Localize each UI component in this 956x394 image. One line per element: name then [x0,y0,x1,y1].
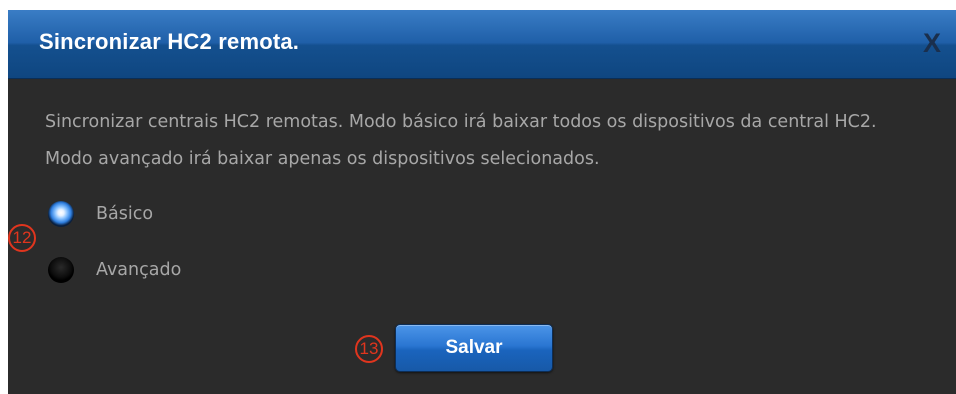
dialog-title-bar: Sincronizar HC2 remota. X [8,10,956,79]
sync-dialog: Sincronizar HC2 remota. X Sincronizar ce… [8,10,956,394]
radio-avancado-unchecked[interactable] [48,257,74,283]
callout-12: 12 [8,224,36,252]
save-button[interactable]: Salvar [395,324,553,372]
option-avancado-label: Avançado [96,260,182,280]
radio-basico-checked[interactable] [48,201,74,227]
option-avancado[interactable]: Avançado [48,256,181,284]
callout-13: 13 [355,335,383,363]
close-button[interactable]: X [917,26,947,60]
option-basico[interactable]: Básico [48,200,153,228]
dialog-description: Sincronizar centrais HC2 remotas. Modo b… [45,112,877,169]
option-basico-label: Básico [96,204,154,224]
dialog-title: Sincronizar HC2 remota. [39,29,300,54]
